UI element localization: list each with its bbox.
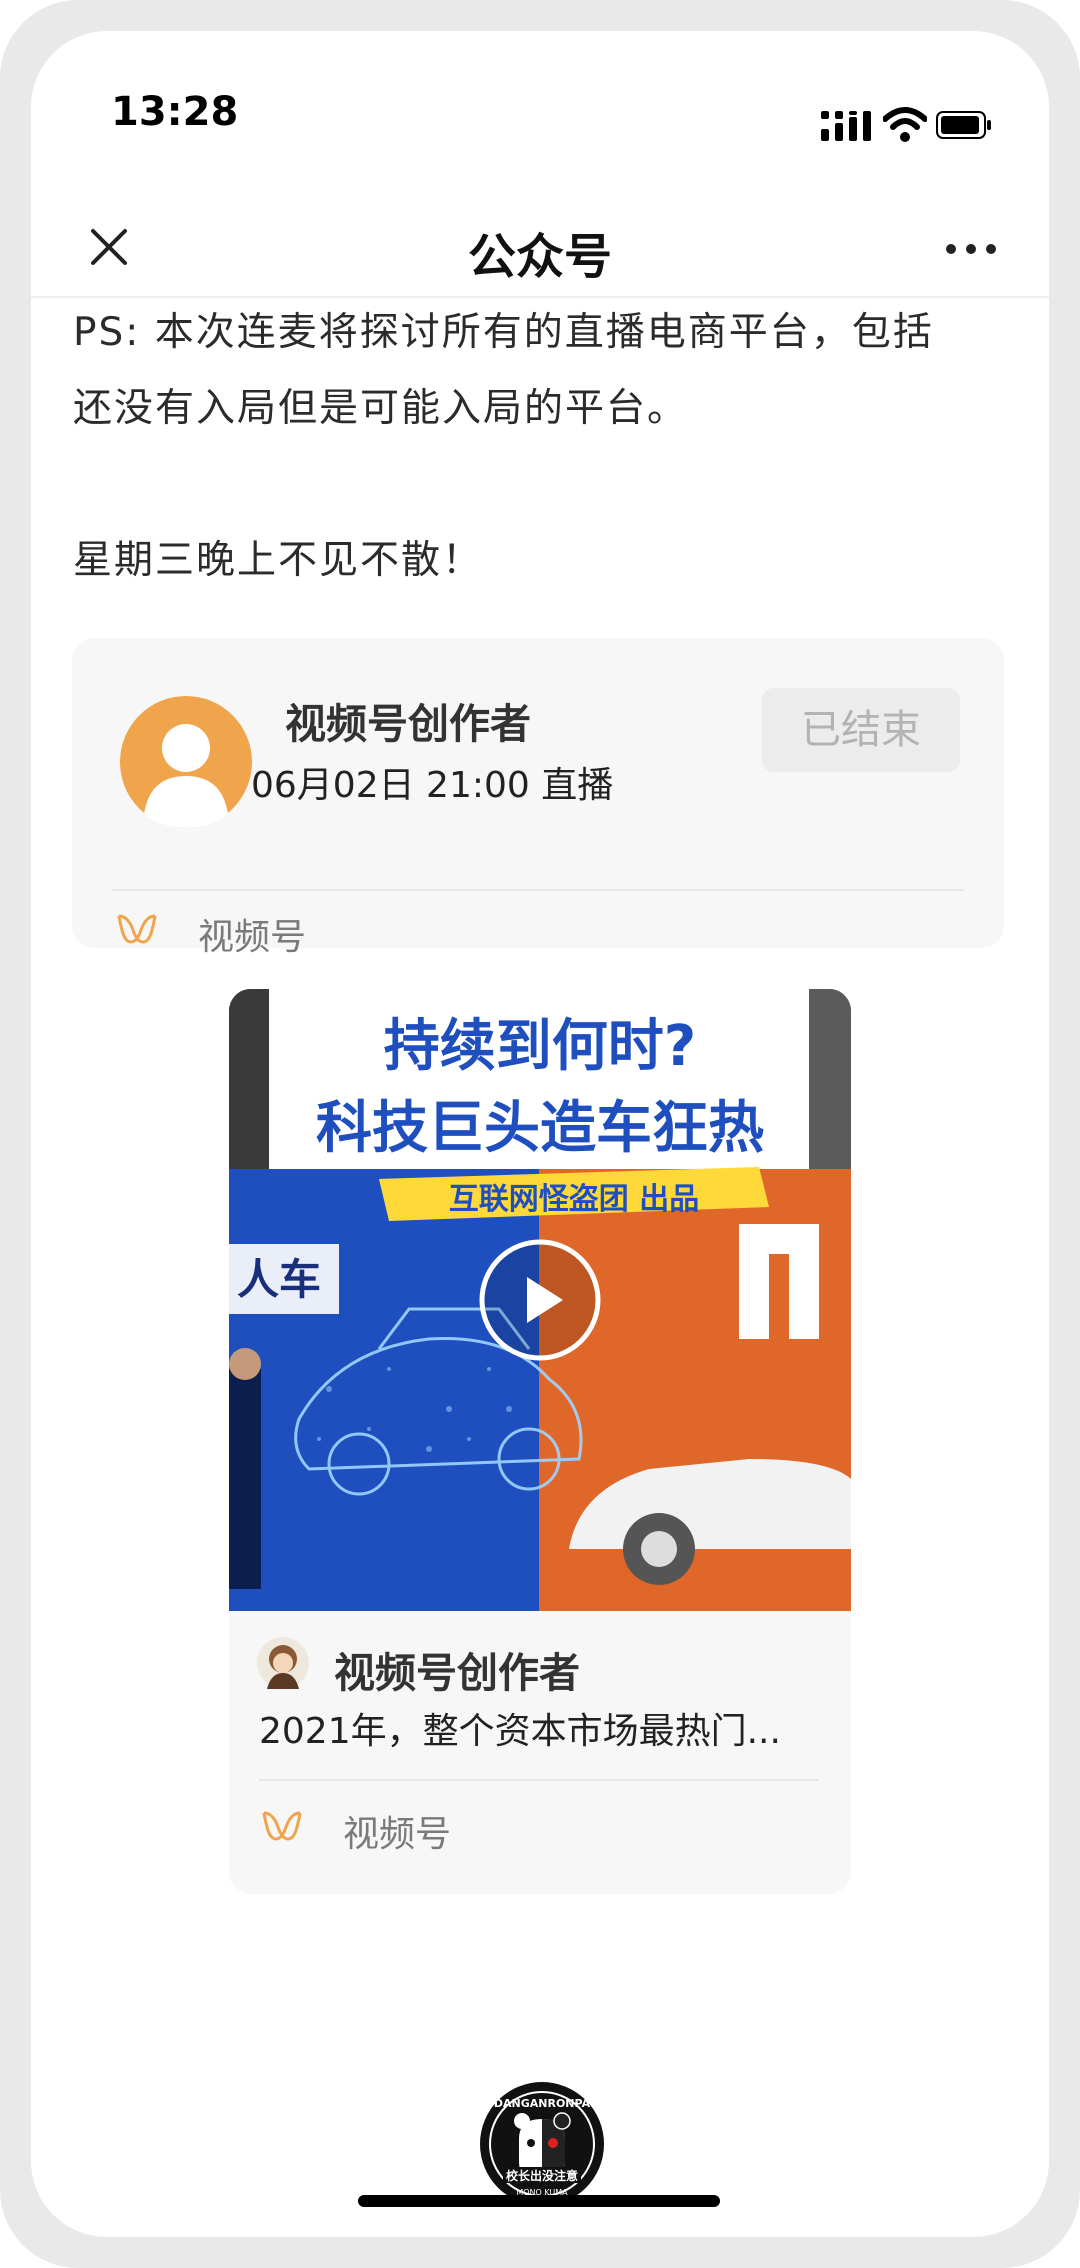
monokuma-logo: DANGANRONPA 校长出没注意 MONO KUMA (480, 2082, 604, 2206)
channels-logo-icon (262, 1811, 302, 1841)
creator-avatar (120, 696, 252, 828)
channels-logo-icon (117, 914, 157, 944)
live-schedule: 06月02日 21:00 直播 (251, 765, 614, 806)
article-text-line: PS: 本次连麦将探讨所有的直播电商平台，包括 (73, 310, 934, 355)
page-title: 公众号 (467, 229, 612, 285)
channels-label: 视频号 (343, 1814, 452, 1855)
battery-icon (936, 111, 991, 139)
live-stream-card[interactable]: 视频号创作者 06月02日 21:00 直播 已结束 视频号 (72, 638, 1004, 958)
creator-avatar (257, 1637, 309, 1689)
creator-name: 视频号创作者 (334, 1649, 580, 1697)
logo-text-top: DANGANRONPA (494, 2097, 591, 2110)
card-divider (259, 1779, 819, 1781)
play-icon[interactable] (479, 1239, 601, 1361)
video-card[interactable]: 人车 持续到何时? 科技巨头造车狂热 互联网怪盗团 出品 视频号创作者 2021… (229, 989, 851, 1894)
phone-screen: 13:28 公众号 PS: 本次连麦将探讨所有的直播电商平台，包括 还没有入局但… (31, 31, 1049, 2237)
wifi-icon (883, 107, 927, 142)
card-divider (112, 889, 964, 891)
status-time: 13:28 (111, 89, 239, 135)
live-ended-button[interactable]: 已结束 (762, 688, 960, 772)
home-indicator[interactable] (358, 2195, 720, 2207)
thumbnail-title-line-1: 持续到何时? (384, 1014, 696, 1079)
logo-text-middle: 校长出没注意 (506, 2168, 578, 2183)
creator-name: 视频号创作者 (285, 700, 531, 748)
cellular-signal-icon (821, 111, 871, 141)
thumbnail-left-text: 人车 (237, 1255, 321, 1304)
channels-label: 视频号 (198, 917, 307, 958)
thumbnail-title-line-2: 科技巨头造车狂热 (316, 1096, 764, 1161)
more-options-icon[interactable] (941, 239, 1001, 259)
article-text-line: 星期三晚上不见不散！ (73, 538, 484, 583)
device-frame: 13:28 公众号 PS: 本次连麦将探讨所有的直播电商平台，包括 还没有入局但… (0, 0, 1080, 2268)
article-text-line: 还没有入局但是可能入局的平台。 (73, 386, 689, 431)
top-nav-bar: 公众号 (31, 191, 1049, 301)
video-description: 2021年，整个资本市场最热门... (259, 1711, 781, 1752)
thumbnail-badge: 互联网怪盗团 出品 (449, 1182, 699, 1217)
